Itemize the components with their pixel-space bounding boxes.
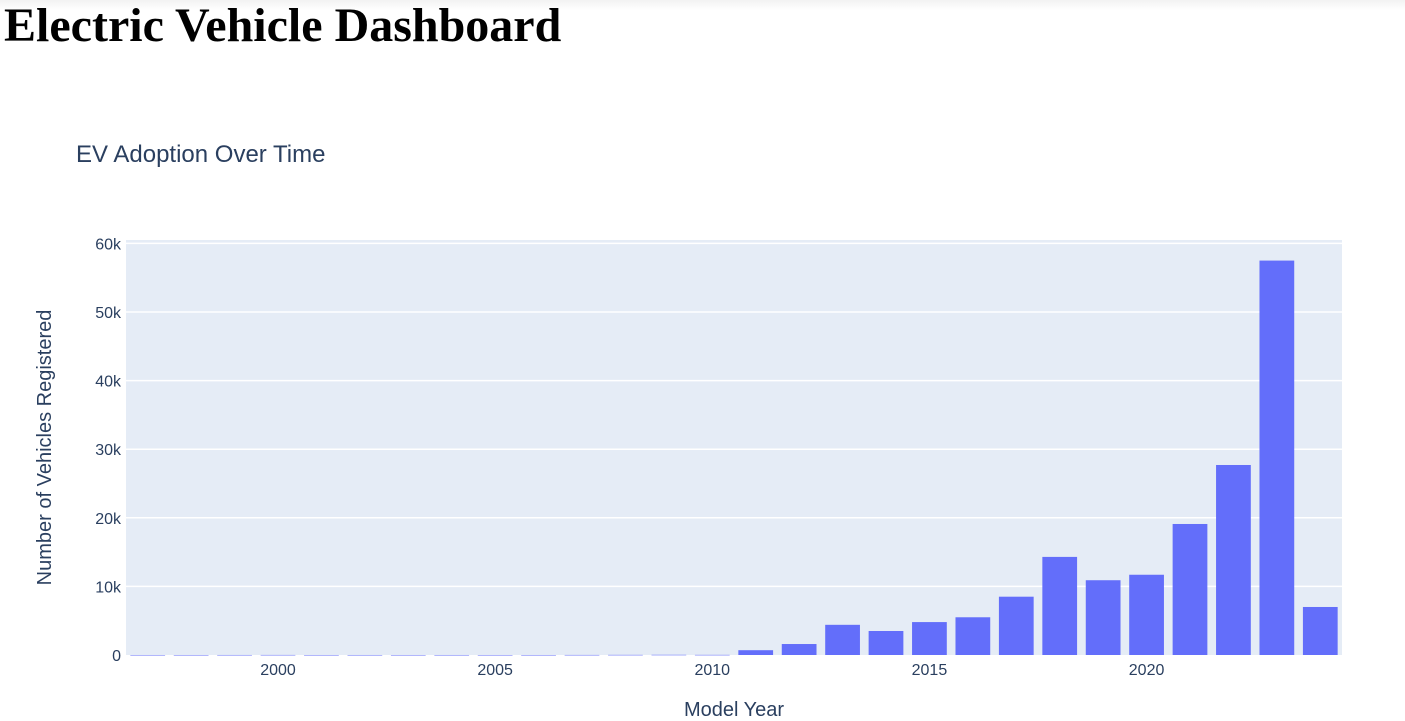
bar [1216,464,1251,655]
bar [694,654,730,656]
bar [260,654,296,656]
bar [1042,556,1078,655]
bar [1302,606,1338,655]
x-tick-label: 2005 [477,662,513,679]
bar [651,654,687,656]
x-axis-ticks: 2000 2005 2010 2015 2020 [260,662,1164,679]
x-tick-label: 2015 [912,662,948,679]
bar [521,654,556,656]
chart-title: EV Adoption Over Time [76,141,325,168]
bar [173,654,209,656]
bar [998,596,1034,655]
bar [477,654,513,656]
y-tick-label: 40k [95,374,122,391]
bar [608,654,643,656]
bar [1129,574,1164,655]
y-axis-ticks: 0 10k 20k 30k 40k 50k 60k [95,236,122,665]
bar [738,650,774,655]
bar [347,654,383,656]
bar [130,654,166,656]
y-tick-label: 30k [95,442,122,459]
bar [434,654,470,656]
bar [1172,523,1208,655]
bar [912,622,947,655]
bar [390,654,426,656]
bar [825,624,860,655]
x-tick-label: 2010 [694,662,730,679]
bar [1085,580,1121,655]
bar [304,654,339,656]
bar [217,654,252,656]
bar [1259,260,1295,655]
x-tick-label: 2000 [260,662,296,679]
bar [781,644,817,655]
bar [955,617,991,655]
y-tick-label: 60k [95,236,122,253]
y-axis-title: Number of Vehicles Registered [34,310,56,586]
y-tick-label: 20k [95,511,122,528]
y-tick-label: 50k [95,305,122,322]
y-tick-label: 0 [112,648,121,665]
x-axis-title: Model Year [684,699,784,721]
bar [564,654,600,656]
bar [868,630,904,655]
ev-adoption-chart: 0 10k 20k 30k 40k 50k 60k 2000 2005 2010 2015 2020… [34,141,1342,721]
x-tick-label: 2020 [1129,662,1165,679]
y-tick-label: 10k [95,579,122,596]
